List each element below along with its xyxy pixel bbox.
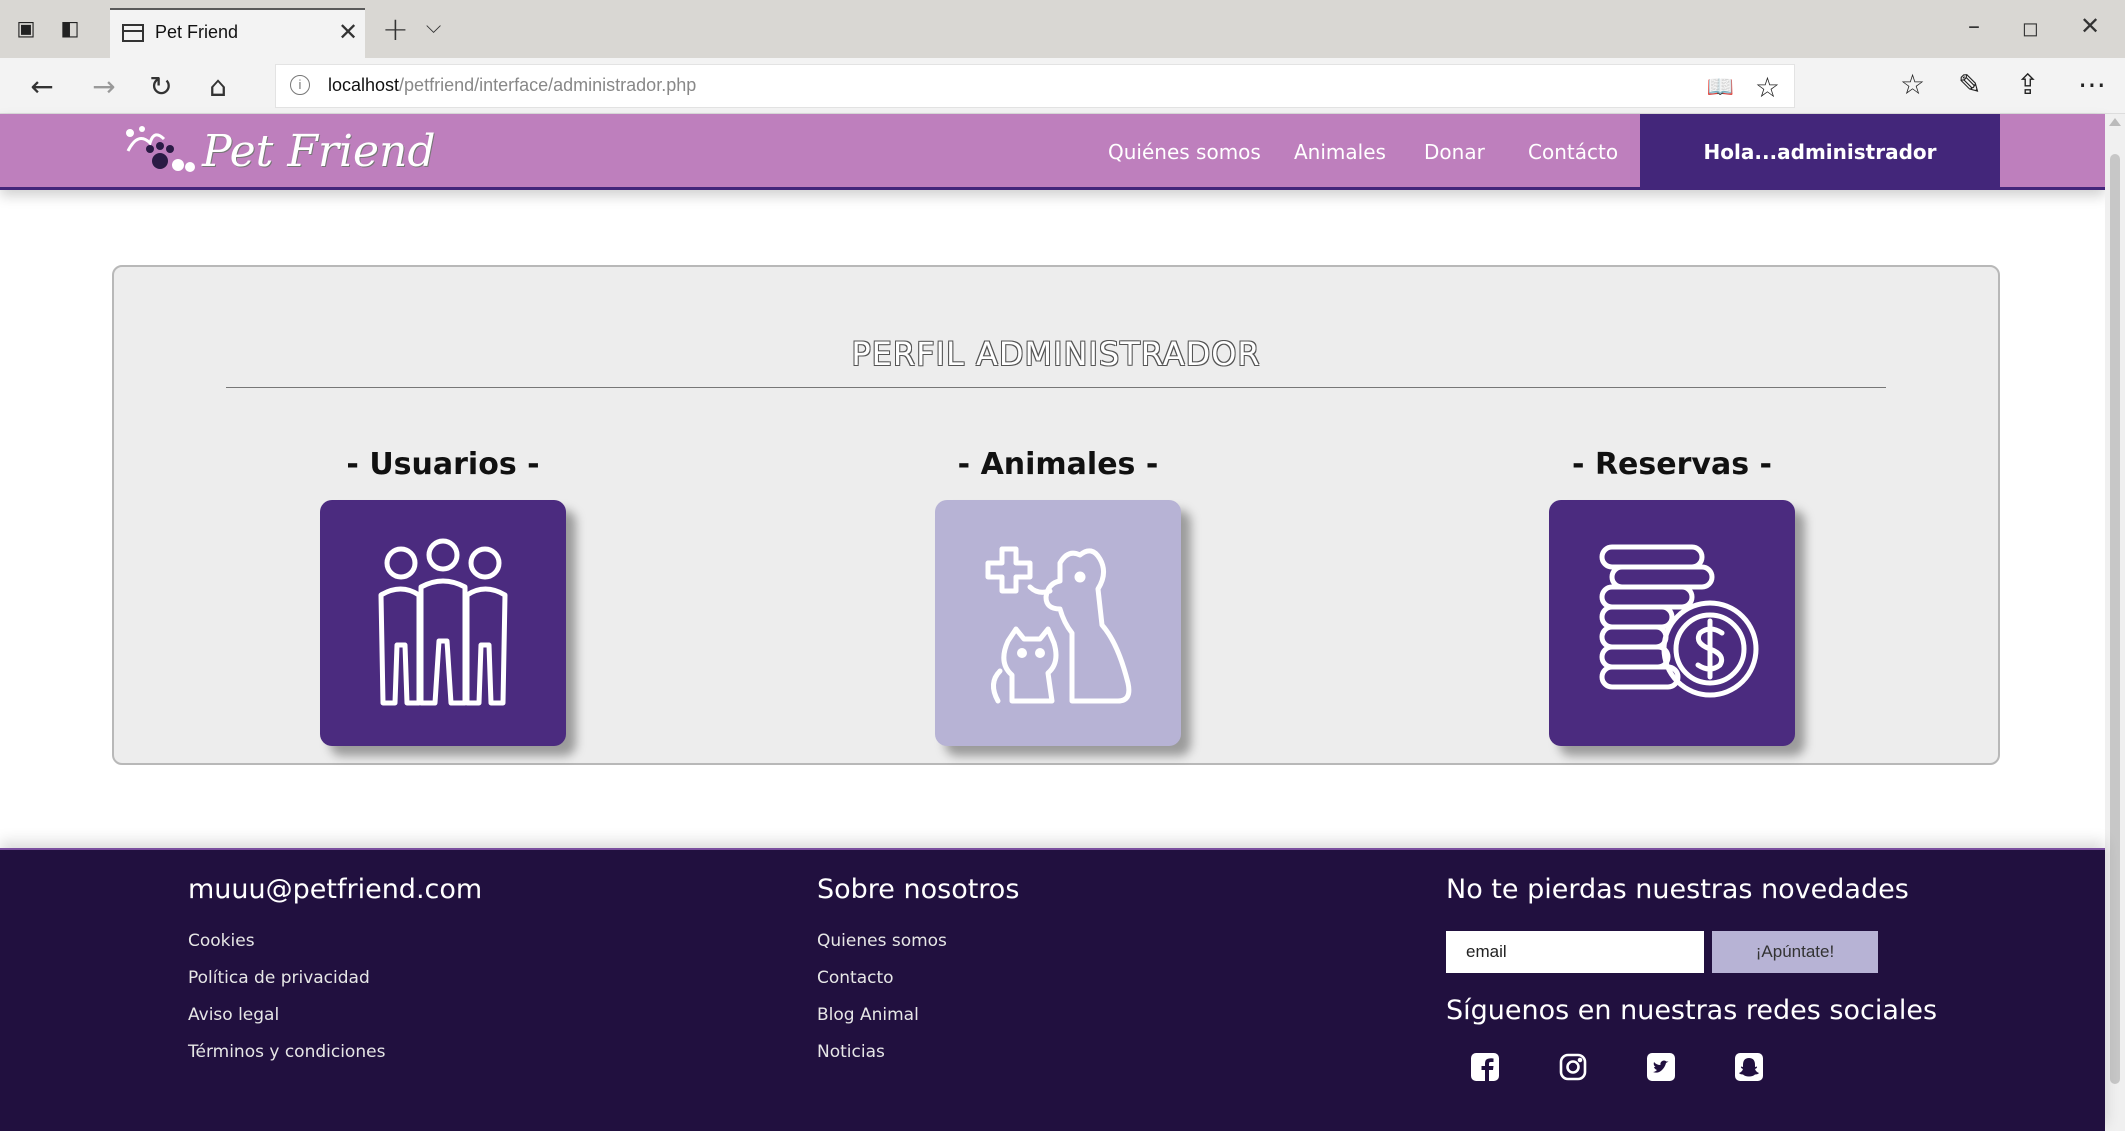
card-animales[interactable]: - Animales - — [935, 447, 1181, 746]
footer-link-aviso-legal[interactable]: Aviso legal — [188, 1005, 482, 1025]
title-divider — [226, 387, 1886, 388]
paw-logo-icon — [126, 126, 195, 172]
card-reservas[interactable]: - Reservas - — [1549, 447, 1795, 746]
card-label-reservas: - Reservas - — [1572, 447, 1772, 482]
forward-icon[interactable]: → — [86, 70, 122, 103]
footer-link-noticias[interactable]: Noticias — [817, 1042, 1019, 1062]
tab-title: Pet Friend — [155, 22, 239, 42]
nav-quienes-somos[interactable]: Quiénes somos — [1108, 140, 1261, 164]
address-bar: ← → ↻ ⌂ i localhost/petfriend/interface/… — [0, 58, 2125, 114]
pen-icon[interactable]: ✎ — [1958, 68, 1981, 101]
tab-groups-icon[interactable]: ▣ — [14, 16, 38, 40]
instagram-icon[interactable] — [1558, 1052, 1588, 1082]
tile-animales[interactable] — [935, 500, 1181, 746]
browser-titlebar: ▣ ◧ Pet Friend ✕ + ⌵ – ◻ ✕ — [0, 0, 2125, 58]
site-footer: muuu@petfriend.com Cookies Política de p… — [0, 848, 2105, 1131]
logo-text: Pet Friend — [202, 125, 436, 177]
footer-col-about: Sobre nosotros Quienes somos Contacto Bl… — [817, 874, 1019, 1079]
footer-link-privacidad[interactable]: Política de privacidad — [188, 968, 482, 988]
url-text: localhost/petfriend/interface/administra… — [328, 75, 697, 95]
users-icon — [378, 538, 508, 706]
set-aside-tabs-icon[interactable]: ◧ — [58, 16, 82, 40]
info-icon[interactable]: i — [290, 75, 310, 95]
card-label-usuarios: - Usuarios - — [346, 447, 540, 482]
chevron-down-icon[interactable]: ⌵ — [426, 14, 441, 38]
newsletter-heading: No te pierdas nuestras novedades — [1446, 874, 1909, 905]
maximize-icon[interactable]: ◻ — [2022, 16, 2039, 40]
subscribe-button[interactable]: ¡Apúntate! — [1712, 931, 1878, 973]
card-label-animales: - Animales - — [957, 447, 1159, 482]
social-heading: Síguenos en nuestras redes sociales — [1446, 995, 1938, 1026]
admin-profile-panel: PERFIL ADMINISTRADOR - Usuarios - - Anim… — [112, 265, 2000, 765]
social-icons — [1470, 1052, 1937, 1082]
footer-link-cookies[interactable]: Cookies — [188, 931, 482, 951]
page-icon — [122, 24, 144, 42]
site-logo[interactable]: Pet Friend — [120, 120, 436, 182]
nav-donar[interactable]: Donar — [1424, 140, 1485, 164]
tile-usuarios[interactable] — [320, 500, 566, 746]
footer-link-terminos[interactable]: Términos y condiciones — [188, 1042, 482, 1062]
new-tab-icon[interactable]: + — [382, 10, 409, 48]
close-window-icon[interactable]: ✕ — [2080, 12, 2100, 40]
tile-reservas[interactable] — [1549, 500, 1795, 746]
facebook-icon[interactable] — [1470, 1052, 1500, 1082]
card-usuarios[interactable]: - Usuarios - — [320, 447, 566, 746]
refresh-icon[interactable]: ↻ — [143, 70, 179, 103]
email-input[interactable] — [1446, 931, 1704, 973]
share-icon[interactable]: ⇪ — [2016, 68, 2039, 101]
home-icon[interactable]: ⌂ — [200, 70, 236, 103]
favorites-list-icon[interactable]: ☆ — [1900, 68, 1925, 101]
footer-link-quienes-somos[interactable]: Quienes somos — [817, 931, 1019, 951]
more-icon[interactable]: ⋯ — [2078, 68, 2106, 101]
favorite-star-icon[interactable]: ☆ — [1755, 71, 1780, 104]
coins-icon — [1599, 544, 1759, 698]
footer-col-contact: muuu@petfriend.com Cookies Política de p… — [188, 874, 482, 1079]
footer-about-heading: Sobre nosotros — [817, 874, 1020, 905]
minimize-icon[interactable]: – — [1968, 12, 1980, 40]
snapchat-icon[interactable] — [1734, 1052, 1764, 1082]
subscribe-row: ¡Apúntate! — [1446, 931, 1937, 973]
footer-col-newsletter: No te pierdas nuestras novedades ¡Apúnta… — [1446, 874, 1937, 1082]
scroll-up-icon[interactable] — [2109, 118, 2121, 126]
twitter-icon[interactable] — [1646, 1052, 1676, 1082]
pets-icon — [985, 546, 1132, 704]
browser-tab[interactable]: Pet Friend ✕ — [110, 8, 365, 58]
footer-link-blog[interactable]: Blog Animal — [817, 1005, 1019, 1025]
close-tab-icon[interactable]: ✕ — [338, 18, 358, 46]
footer-email[interactable]: muuu@petfriend.com — [188, 874, 482, 905]
reading-view-icon[interactable]: 📖 — [1707, 75, 1734, 100]
site-header: Pet Friend Quiénes somos Animales Donar … — [0, 114, 2105, 190]
back-icon[interactable]: ← — [24, 70, 60, 103]
url-input[interactable]: i localhost/petfriend/interface/administ… — [275, 64, 1795, 108]
nav-animales[interactable]: Animales — [1294, 140, 1386, 164]
footer-link-contacto[interactable]: Contacto — [817, 968, 1019, 988]
nav-contacto[interactable]: Contácto — [1528, 140, 1618, 164]
user-greeting[interactable]: Hola...administrador — [1640, 114, 2000, 190]
panel-title: PERFIL ADMINISTRADOR — [851, 335, 1261, 373]
scroll-thumb[interactable] — [2110, 154, 2120, 1084]
page-scrollbar[interactable] — [2105, 114, 2125, 1131]
